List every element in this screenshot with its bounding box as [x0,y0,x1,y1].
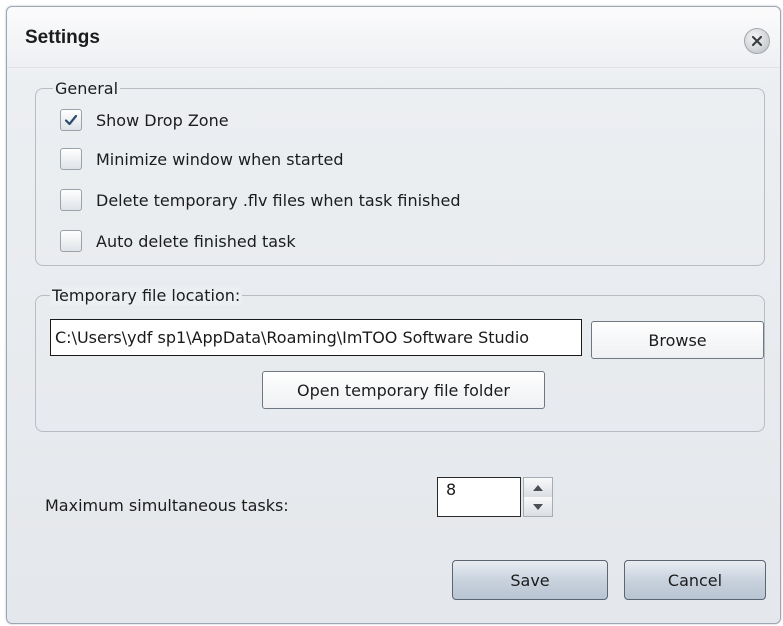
delete-temp-files-label: Delete temporary .flv files when task fi… [96,190,461,210]
show-drop-zone-row: Show Drop Zone [60,109,229,131]
minimize-window-checkbox[interactable] [60,148,82,170]
temp-location-group [35,295,765,432]
checkmark-icon [64,114,78,126]
max-tasks-input[interactable]: 8 [437,477,521,517]
auto-delete-label: Auto delete finished task [96,231,296,251]
arrow-up-icon [533,484,543,491]
delete-temp-files-checkbox[interactable] [60,189,82,211]
temp-path-input[interactable]: C:\Users\ydf sp1\AppData\Roaming\ImTOO S… [50,319,582,356]
auto-delete-checkbox[interactable] [60,230,82,252]
close-x-icon [751,35,763,47]
cancel-button[interactable]: Cancel [624,560,766,600]
general-legend: General [53,79,121,98]
show-drop-zone-label: Show Drop Zone [96,110,229,130]
dialog-title: Settings [25,27,100,48]
auto-delete-row: Auto delete finished task [60,230,296,252]
minimize-window-row: Minimize window when started [60,148,344,170]
spin-down-button[interactable] [524,497,552,516]
arrow-down-icon [533,503,543,510]
show-drop-zone-checkbox[interactable] [60,109,82,131]
spin-up-button[interactable] [524,478,552,497]
max-tasks-label: Maximum simultaneous tasks: [45,496,289,515]
title-bar[interactable]: Settings [7,7,780,68]
browse-button[interactable]: Browse [591,321,764,359]
save-button[interactable]: Save [452,560,608,600]
minimize-window-label: Minimize window when started [96,149,344,169]
delete-temp-files-row: Delete temporary .flv files when task fi… [60,189,461,211]
open-temp-folder-button[interactable]: Open temporary file folder [262,371,545,409]
close-button[interactable] [744,28,770,54]
temp-location-legend: Temporary file location: [50,286,243,305]
max-tasks-spinner [523,477,553,517]
